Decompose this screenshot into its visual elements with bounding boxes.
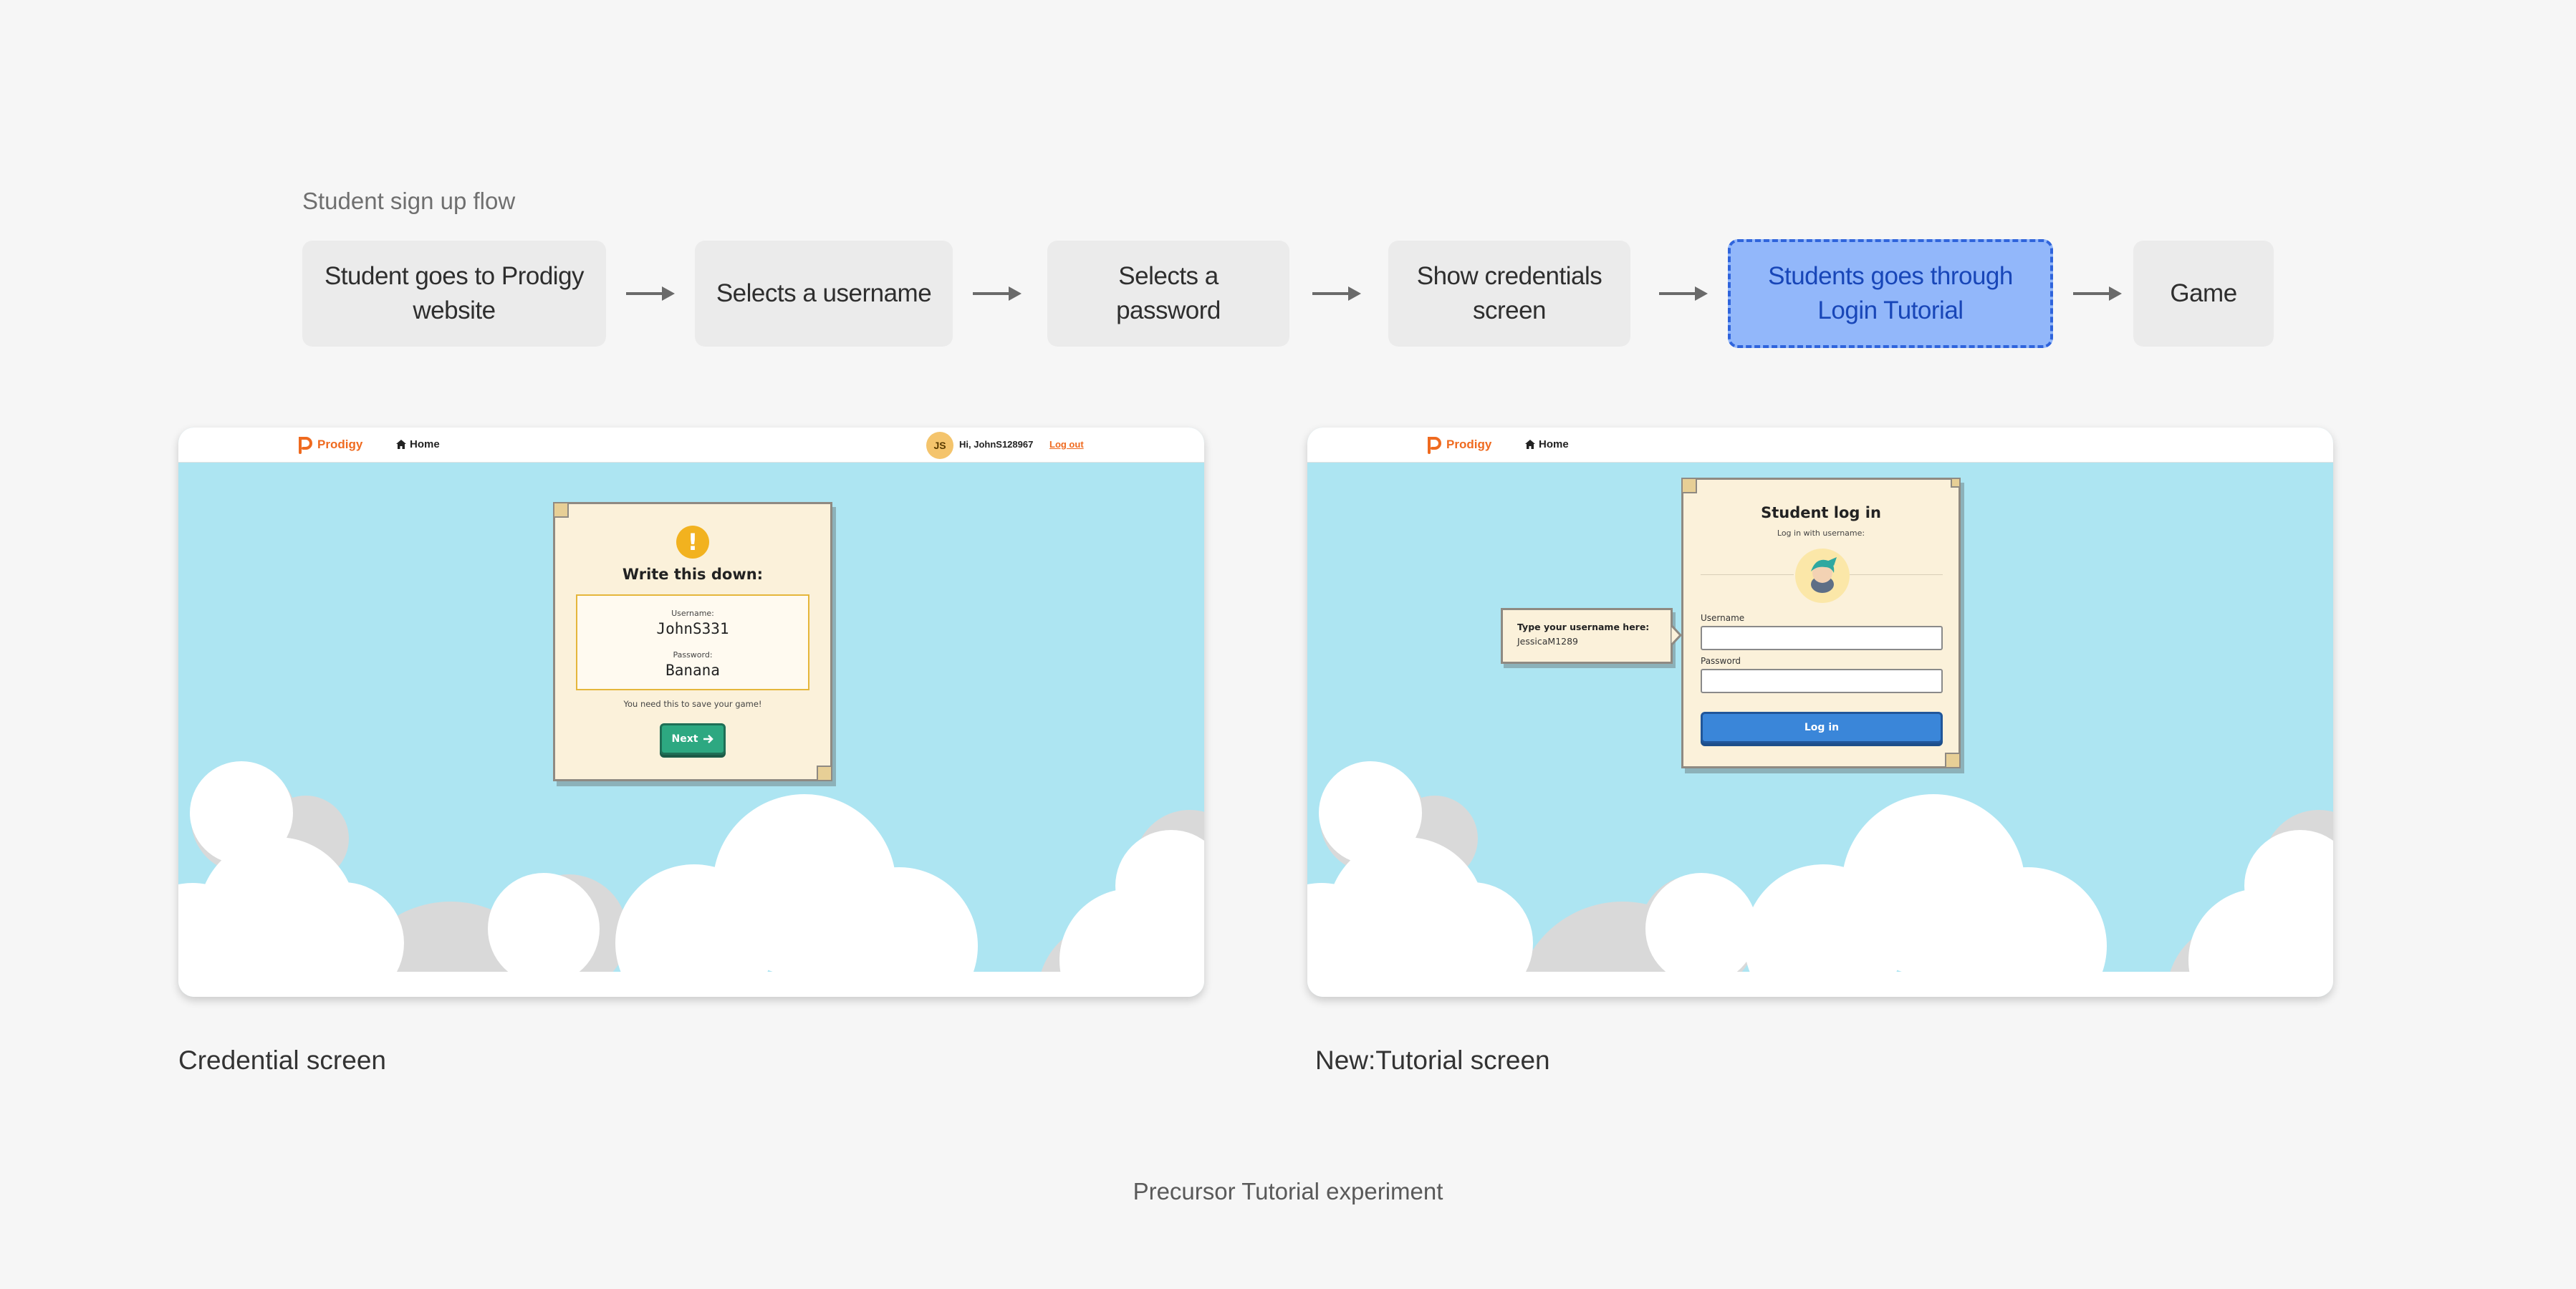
credential-screen-card: Prodigy Home JS Hi, JohnS128967 Log out … <box>178 428 1204 997</box>
prodigy-logo-icon <box>1428 437 1441 454</box>
username-input[interactable] <box>1701 626 1943 650</box>
arrow-right-icon <box>703 735 714 743</box>
nav-home-label: Home <box>1539 438 1569 450</box>
panel-corner <box>1945 753 1961 768</box>
divider <box>1850 574 1943 575</box>
home-icon <box>1525 440 1535 449</box>
prodigy-logo[interactable]: Prodigy <box>1426 435 1491 454</box>
tutorial-screen-card: Prodigy Home Type your username here: Je… <box>1307 428 2333 997</box>
brand-name: Prodigy <box>1446 438 1492 451</box>
arrow-icon <box>1312 286 1361 301</box>
prodigy-logo[interactable]: Prodigy <box>297 435 362 454</box>
avatar[interactable]: JS <box>926 432 953 459</box>
user-greeting: Hi, JohnS128967 <box>959 439 1034 450</box>
arrow-icon <box>973 286 1022 301</box>
flow-step-game: Game <box>2133 241 2274 347</box>
panel-title: Student log in <box>1761 504 1881 521</box>
tutorial-screen-caption: New:Tutorial screen <box>1315 1046 1550 1075</box>
nav-home-link[interactable]: Home <box>396 438 440 450</box>
credential-screen-caption: Credential screen <box>178 1046 386 1075</box>
next-button[interactable]: Next <box>660 723 726 755</box>
tooltip-pointer-icon <box>1671 624 1682 646</box>
password-label: Password <box>1701 656 1741 666</box>
home-icon <box>396 440 406 449</box>
panel-corner <box>553 502 569 518</box>
panel-corner <box>817 766 832 781</box>
top-nav: Prodigy Home <box>1307 428 2333 463</box>
next-button-label: Next <box>671 733 698 745</box>
divider <box>1701 574 1794 575</box>
login-panel: Student log in Log in with username: Use… <box>1681 478 1961 768</box>
password-input[interactable] <box>1701 669 1943 693</box>
tooltip-username: JessicaM1289 <box>1517 636 1579 647</box>
arrow-icon <box>2073 286 2122 301</box>
tooltip-title: Type your username here: <box>1517 622 1650 632</box>
flow-step-select-username: Selects a username <box>695 241 953 347</box>
username-label: Username: <box>671 609 714 618</box>
panel-corner <box>1681 478 1697 493</box>
username-tooltip: Type your username here: JessicaM1289 <box>1501 608 1682 664</box>
flow-step-show-credentials: Show credentials screen <box>1388 241 1630 347</box>
flow-step-select-password: Selects a password <box>1047 241 1289 347</box>
credentials-panel: ! Write this down: Username: JohnS331 Pa… <box>553 502 832 781</box>
top-nav: Prodigy Home JS Hi, JohnS128967 Log out <box>178 428 1204 463</box>
logout-link[interactable]: Log out <box>1049 439 1084 450</box>
nav-home-link[interactable]: Home <box>1525 438 1569 450</box>
credentials-box: Username: JohnS331 Password: Banana <box>576 594 809 690</box>
flow-step-login-tutorial: Students goes through Login Tutorial <box>1728 239 2053 348</box>
exclamation-icon: ! <box>676 526 709 559</box>
brand-name: Prodigy <box>317 438 363 451</box>
username-label: Username <box>1701 613 1745 623</box>
username-value: JohnS331 <box>656 620 729 637</box>
arrow-icon <box>626 286 675 301</box>
password-label: Password: <box>673 650 713 660</box>
panel-title: Write this down: <box>622 566 764 583</box>
panel-subtitle: Log in with username: <box>1777 528 1865 538</box>
character-avatar-icon[interactable] <box>1795 549 1850 603</box>
footer-caption: Precursor Tutorial experiment <box>1133 1178 1443 1204</box>
panel-corner <box>1951 478 1961 488</box>
prodigy-logo-icon <box>299 437 312 454</box>
login-button[interactable]: Log in <box>1701 712 1943 743</box>
arrow-icon <box>1659 286 1708 301</box>
save-note: You need this to save your game! <box>623 699 762 709</box>
password-value: Banana <box>665 662 720 679</box>
flow-step-visit-website: Student goes to Prodigy website <box>302 241 606 347</box>
flow-title: Student sign up flow <box>302 188 516 214</box>
nav-home-label: Home <box>410 438 440 450</box>
